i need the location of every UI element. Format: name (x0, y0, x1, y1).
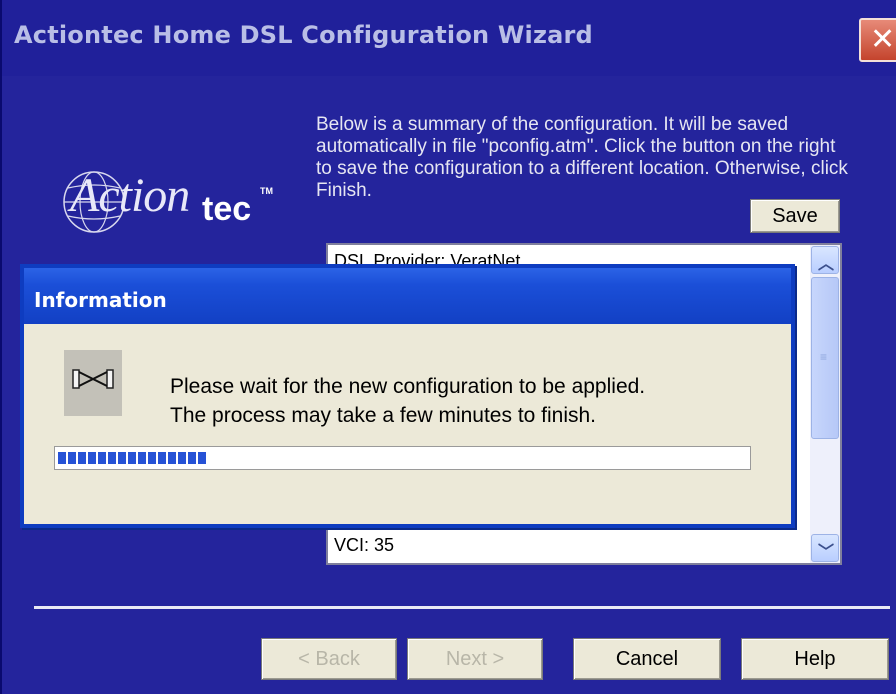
message-line-2: The process may take a few minutes to fi… (170, 404, 597, 427)
dialog-title-bar: Information (24, 268, 791, 324)
logo-trademark: TM (260, 186, 273, 196)
progress-segment (68, 452, 76, 464)
separator-line (34, 606, 890, 609)
progress-segment (58, 452, 66, 464)
progress-segment (78, 452, 86, 464)
information-dialog: Information Please wait for the new conf… (20, 264, 795, 528)
back-button[interactable]: < Back (261, 638, 397, 680)
title-bar: Actiontec Home DSL Configuration Wizard … (2, 0, 896, 76)
progress-segment (188, 452, 196, 464)
progress-segment (168, 452, 176, 464)
vertical-scrollbar[interactable]: ︿ ≡ ﹀ (810, 245, 840, 563)
window-title: Actiontec Home DSL Configuration Wizard (14, 21, 593, 49)
progress-segment (178, 452, 186, 464)
dialog-title: Information (34, 288, 167, 312)
logo-script-text: Action (70, 169, 190, 222)
progress-segment (198, 452, 206, 464)
message-line-1: Please wait for the new configuration to… (170, 375, 646, 398)
next-button[interactable]: Next > (407, 638, 543, 680)
progress-bar (54, 446, 751, 470)
progress-fill (58, 452, 206, 464)
scroll-up-button[interactable]: ︿ (811, 246, 839, 274)
chevron-up-icon: ︿ (818, 256, 835, 273)
close-button[interactable]: ✕ (859, 18, 896, 62)
progress-segment (108, 452, 116, 464)
save-button[interactable]: Save (750, 199, 840, 233)
progress-segment (148, 452, 156, 464)
progress-segment (158, 452, 166, 464)
scroll-down-button[interactable]: ﹀ (811, 534, 839, 562)
close-icon: ✕ (870, 22, 896, 57)
help-button[interactable]: Help (741, 638, 889, 680)
progress-segment (88, 452, 96, 464)
network-connection-icon (64, 350, 122, 416)
progress-segment (138, 452, 146, 464)
list-item: VCI: 35 (334, 535, 395, 555)
progress-segment (98, 452, 106, 464)
progress-segment (128, 452, 136, 464)
cancel-button[interactable]: Cancel (573, 638, 721, 680)
progress-segment (118, 452, 126, 464)
dialog-message: Please wait for the new configuration to… (170, 372, 645, 430)
logo-tec-text: tec (202, 190, 252, 228)
scroll-thumb[interactable]: ≡ (811, 277, 839, 439)
summary-description: Below is a summary of the configuration.… (316, 114, 848, 201)
chevron-down-icon: ﹀ (818, 544, 835, 561)
grip-icon: ≡ (820, 350, 828, 364)
